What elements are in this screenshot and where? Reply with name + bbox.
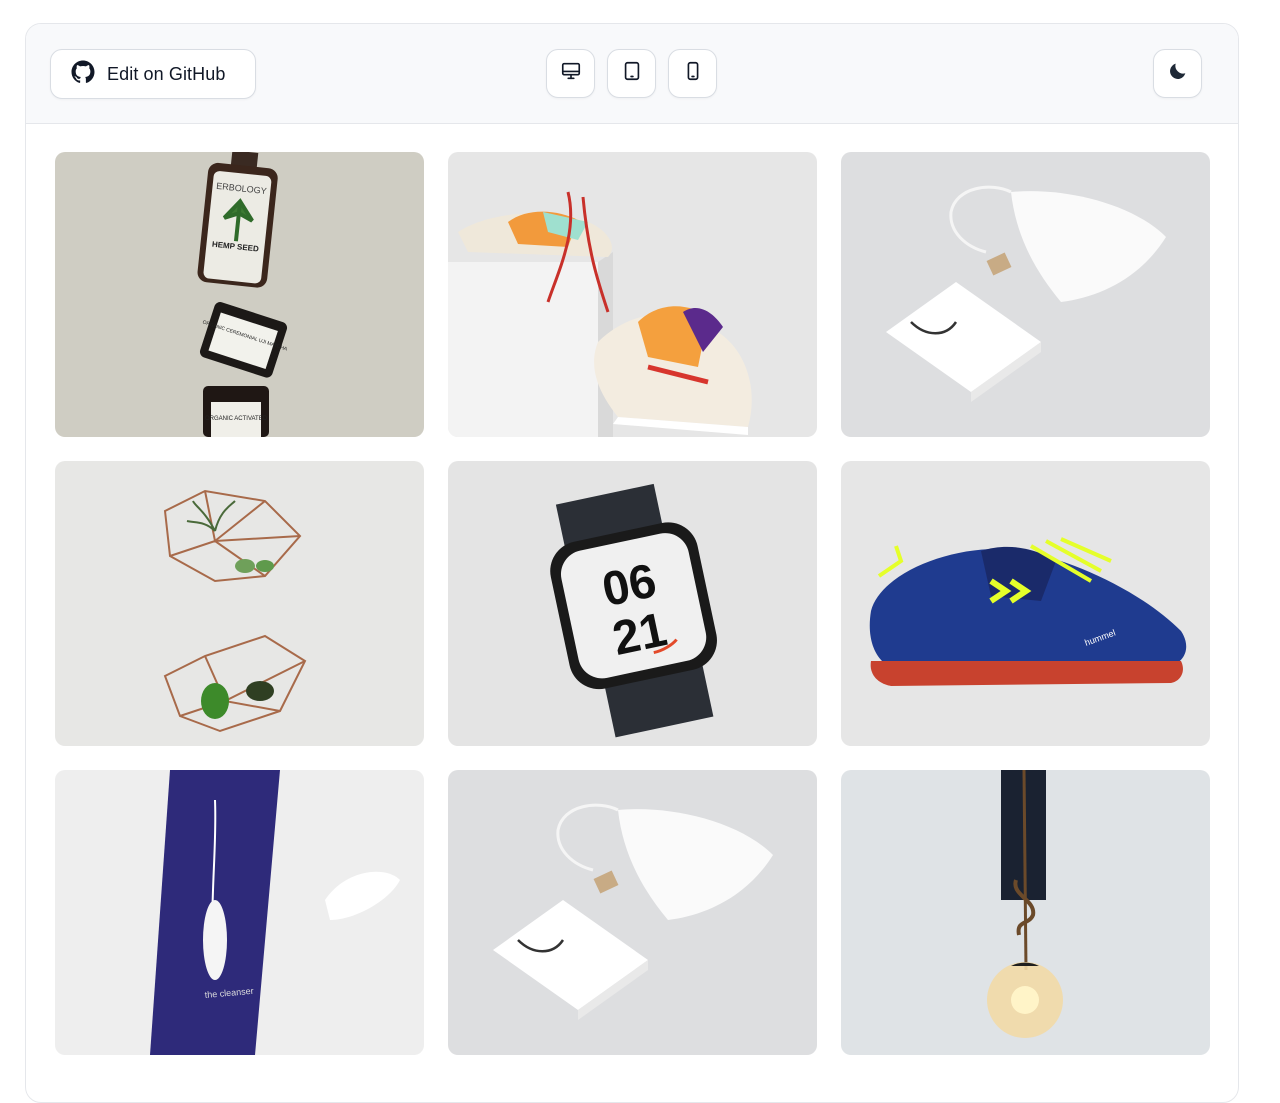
watch-minute-text: 21: [608, 603, 671, 666]
cleanser-image: the cleanser: [55, 770, 424, 1055]
mobile-icon: [682, 60, 704, 87]
preview-toolbar: Edit on GitHub: [26, 24, 1238, 124]
activated-jar-label: ORGANIC ACTIVATED: [205, 416, 268, 422]
gallery-item-cosmetics[interactable]: ERBOLOGY HEMP SEED ORGANIC CEREMONIAL UJ…: [55, 152, 424, 437]
pouch-bag-image: [841, 152, 1210, 437]
gallery-item-football-shoe[interactable]: hummel: [841, 461, 1210, 746]
gallery-item-smartwatch[interactable]: 06 21: [448, 461, 817, 746]
desktop-view-button[interactable]: [546, 49, 595, 98]
desktop-icon: [560, 60, 582, 87]
theme-toggle-button[interactable]: [1153, 49, 1202, 98]
cosmetics-image: ERBOLOGY HEMP SEED ORGANIC CEREMONIAL UJ…: [55, 152, 424, 437]
gallery-item-terrariums[interactable]: [55, 461, 424, 746]
gallery-item-lamp[interactable]: [841, 770, 1210, 1055]
pouch-bag-image-2: [448, 770, 817, 1055]
tablet-icon: [621, 60, 643, 87]
edit-on-github-button[interactable]: Edit on GitHub: [50, 49, 256, 99]
terrariums-image: [55, 461, 424, 746]
preview-frame: Edit on GitHub ERBOLOGY HEMP SEED ORGANI…: [25, 23, 1239, 1103]
sneakers-image: [448, 152, 817, 437]
gallery-item-sneakers[interactable]: [448, 152, 817, 437]
github-icon: [71, 60, 95, 89]
product-gallery: ERBOLOGY HEMP SEED ORGANIC CEREMONIAL UJ…: [55, 152, 1210, 1055]
tablet-view-button[interactable]: [607, 49, 656, 98]
moon-icon: [1167, 60, 1189, 87]
smartwatch-image: 06 21: [448, 461, 817, 746]
gallery-item-pouch-bag-2[interactable]: [448, 770, 817, 1055]
gallery-item-pouch-bag[interactable]: [841, 152, 1210, 437]
gallery-item-cleanser[interactable]: the cleanser: [55, 770, 424, 1055]
lamp-image: [841, 770, 1210, 1055]
mobile-view-button[interactable]: [668, 49, 717, 98]
github-button-label: Edit on GitHub: [107, 63, 226, 84]
football-shoe-image: hummel: [841, 461, 1210, 746]
